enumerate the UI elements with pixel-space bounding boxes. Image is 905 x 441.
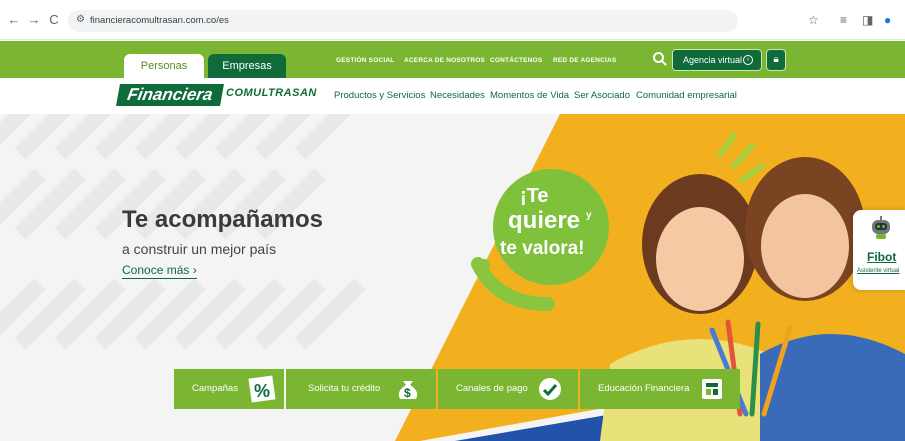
menu-comunidad[interactable]: Comunidad empresarial [636, 90, 737, 101]
menu-ser-asociado[interactable]: Ser Asociado [574, 90, 630, 101]
svg-text:$: $ [404, 386, 411, 400]
url-text: financieracomultrasan.com.co/es [90, 15, 229, 26]
fibot-title: Fibot [867, 250, 897, 264]
tab-personas[interactable]: Personas [124, 54, 204, 78]
slogan-line2: quiere [508, 207, 580, 234]
robot-icon [872, 216, 890, 239]
money-bag-icon: $ [398, 381, 418, 400]
fibot-widget[interactable]: Fibot Asistente virtual [853, 210, 905, 290]
fibot-subtitle: Asistente virtual [857, 268, 900, 274]
logo-comultrasan[interactable]: COMULTRASAN [226, 87, 317, 99]
svg-text:%: % [254, 381, 270, 401]
tab-empresas[interactable]: Empresas [208, 54, 286, 78]
hero-subtitle: a construir un mejor país [122, 241, 277, 257]
address-bar[interactable]: ⚙ financieracomultrasan.com.co/es [68, 10, 738, 32]
profile-icon[interactable]: ● [884, 12, 891, 28]
extensions-icon[interactable]: ≡ [840, 12, 847, 28]
reload-icon[interactable]: C [46, 12, 62, 28]
tab-solicita-credito[interactable]: Solicita tu crédito $ [286, 369, 436, 409]
tab-credito-label: Solicita tu crédito [308, 383, 381, 394]
agencia-virtual-button[interactable]: Agencia virtual › [672, 49, 762, 71]
main-menu: Financiera COMULTRASAN Productos y Servi… [0, 78, 905, 114]
slogan-line4: te valora! [500, 238, 584, 259]
menu-productos[interactable]: Productos y Servicios [334, 90, 425, 101]
tab-campanas-label: Campañas [192, 383, 238, 394]
education-icon [702, 379, 722, 399]
search-icon[interactable] [652, 51, 668, 67]
lock-icon: 🔒︎ [773, 54, 779, 65]
tab-canales-label: Canales de pago [456, 383, 528, 394]
percent-icon: % [248, 375, 276, 403]
link-contactenos[interactable]: CONTÁCTENOS [490, 57, 542, 64]
slogan-line3: y [586, 210, 592, 221]
site-header: Personas Empresas GESTIÓN SOCIAL ACERCA … [0, 41, 905, 78]
payment-icon [539, 378, 561, 400]
slogan-badge: ¡Te quiere y te valora! [493, 169, 609, 285]
sidepanel-icon[interactable]: ◨ [862, 12, 873, 28]
browser-toolbar: ← → C ⚙ financieracomultrasan.com.co/es … [0, 0, 905, 40]
lock-button[interactable]: 🔒︎ [766, 49, 786, 71]
menu-momentos[interactable]: Momentos de Vida [490, 90, 569, 101]
hero-banner: Te acompañamos a construir un mejor país… [0, 114, 905, 441]
tab-campanas[interactable]: Campañas % [174, 369, 284, 409]
forward-arrow-icon[interactable]: → [26, 12, 42, 28]
link-gestion-social[interactable]: GESTIÓN SOCIAL [336, 57, 394, 64]
arrow-right-icon: › [743, 55, 753, 65]
link-acerca[interactable]: ACERCA DE NOSOTROS [404, 57, 485, 64]
site-settings-icon[interactable]: ⚙ [76, 14, 85, 25]
tab-educacion-financiera[interactable]: Educación Financiera [580, 369, 740, 409]
tab-canales-pago[interactable]: Canales de pago [438, 369, 578, 409]
link-red-agencias[interactable]: RED DE AGENCIAS [553, 57, 616, 64]
slogan-line1: ¡Te [520, 185, 549, 207]
hero-title: Te acompañamos [122, 206, 323, 233]
tab-educacion-label: Educación Financiera [598, 383, 690, 394]
back-arrow-icon[interactable]: ← [6, 12, 22, 28]
logo-financiera[interactable]: Financiera [116, 84, 224, 106]
menu-necesidades[interactable]: Necesidades [430, 90, 485, 101]
star-icon[interactable]: ☆ [808, 12, 819, 28]
agencia-virtual-label: Agencia virtual [683, 55, 743, 65]
conoce-mas-link[interactable]: Conoce más › [122, 263, 197, 279]
